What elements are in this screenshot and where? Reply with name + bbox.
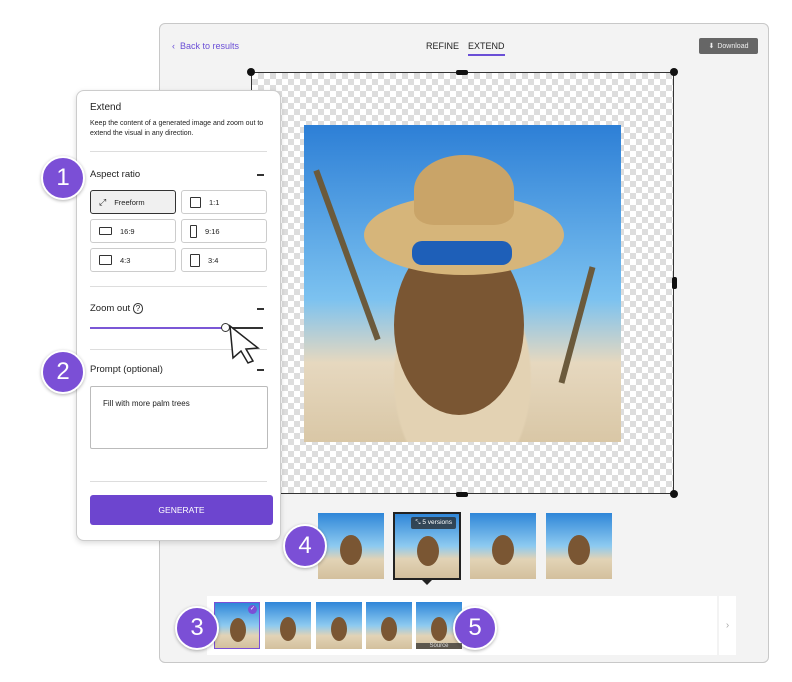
cursor-pointer-icon	[229, 324, 260, 364]
history-thumbnail[interactable]	[316, 602, 362, 649]
portrait-icon	[190, 224, 197, 238]
square-icon	[190, 196, 201, 208]
history-thumbnail[interactable]	[265, 602, 311, 649]
prompt-label: Prompt (optional)	[90, 364, 163, 375]
step-badge-1: 1	[41, 156, 85, 200]
portrait-icon	[190, 253, 200, 267]
aspect-ratio-label: Aspect ratio	[90, 169, 141, 180]
scroll-right-button[interactable]: ›	[719, 596, 736, 655]
generate-button[interactable]: GENERATE	[90, 495, 273, 525]
resize-handle-top-left[interactable]	[247, 68, 255, 76]
chevron-left-icon: ‹	[172, 41, 180, 51]
tab-refine[interactable]: REFINE	[426, 41, 459, 56]
collapse-zoom-icon[interactable]	[257, 308, 264, 310]
download-button[interactable]: ⬇ Download	[699, 38, 758, 54]
landscape-icon	[99, 227, 112, 235]
resize-handle-bottom-right[interactable]	[670, 490, 678, 498]
step-badge-3: 3	[175, 606, 219, 650]
mode-tabs: REFINE EXTEND	[426, 41, 505, 56]
prompt-input[interactable]: Fill with more palm trees	[90, 386, 268, 449]
expand-arrows-icon: ⤢	[99, 196, 107, 207]
variation-thumbnail[interactable]	[318, 513, 384, 579]
aspect-option-freeform[interactable]: ⤢ Freeform	[90, 190, 176, 214]
resize-handle-bottom[interactable]	[456, 492, 468, 497]
resize-handle-top-right[interactable]	[670, 68, 678, 76]
back-to-results-link[interactable]: ‹ Back to results	[172, 41, 239, 51]
download-icon: ⬇	[708, 43, 715, 50]
help-icon[interactable]: ?	[132, 303, 144, 314]
aspect-option-1-1[interactable]: 1:1	[181, 190, 267, 214]
source-image	[304, 125, 621, 442]
history-thumbnail-selected[interactable]: ✓	[214, 602, 260, 649]
check-icon: ✓	[248, 605, 257, 614]
zoom-out-label: Zoom out ?	[90, 303, 144, 314]
aspect-option-4-3[interactable]: 4:3	[90, 248, 176, 272]
history-thumbnail[interactable]	[366, 602, 412, 649]
tab-extend[interactable]: EXTEND	[468, 41, 505, 56]
panel-title: Extend	[90, 102, 122, 113]
panel-description: Keep the content of a generated image an…	[90, 120, 264, 137]
variation-thumbnail[interactable]	[470, 513, 536, 579]
step-badge-4: 4	[283, 524, 327, 568]
step-badge-2: 2	[41, 350, 85, 394]
variation-thumbnail[interactable]	[546, 513, 612, 579]
resize-handle-right[interactable]	[672, 277, 677, 289]
aspect-option-16-9[interactable]: 16:9	[90, 219, 176, 243]
resize-handle-top[interactable]	[456, 70, 468, 75]
aspect-option-3-4[interactable]: 3:4	[181, 248, 267, 272]
extend-panel: Extend Keep the content of a generated i…	[76, 90, 281, 541]
collapse-prompt-icon[interactable]	[257, 369, 264, 371]
pointer-caret	[422, 580, 432, 590]
landscape-icon	[99, 255, 112, 265]
aspect-option-9-16[interactable]: 9:16	[181, 219, 267, 243]
collapse-aspect-ratio-icon[interactable]	[257, 174, 264, 176]
variation-thumbnail-selected[interactable]: ⤡ 5 versions	[393, 512, 461, 580]
